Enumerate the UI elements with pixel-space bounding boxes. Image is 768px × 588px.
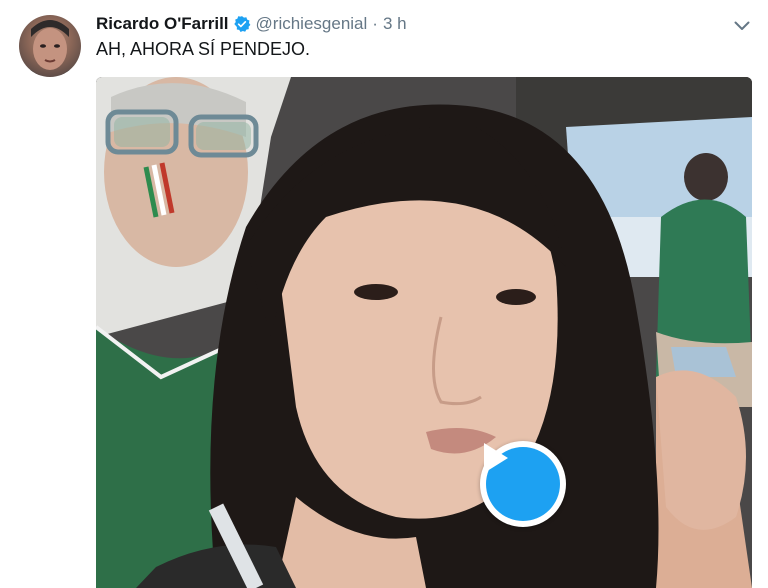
tweet-header: Ricardo O'Farrill @richiesgenial · 3 h xyxy=(96,12,407,36)
avatar[interactable] xyxy=(19,15,81,77)
timestamp[interactable]: 3 h xyxy=(383,14,407,34)
video-thumbnail xyxy=(96,77,752,588)
tweet: Ricardo O'Farrill @richiesgenial · 3 h A… xyxy=(0,0,768,588)
separator-dot: · xyxy=(372,14,378,33)
display-name[interactable]: Ricardo O'Farrill xyxy=(96,14,229,34)
play-button[interactable] xyxy=(480,441,566,527)
verified-badge-icon xyxy=(233,15,251,33)
video-player[interactable] xyxy=(96,77,752,588)
handle[interactable]: @richiesgenial xyxy=(256,14,368,34)
chevron-down-icon[interactable] xyxy=(732,16,752,36)
tweet-text: AH, AHORA SÍ PENDEJO. xyxy=(96,39,311,59)
play-icon xyxy=(484,443,560,521)
